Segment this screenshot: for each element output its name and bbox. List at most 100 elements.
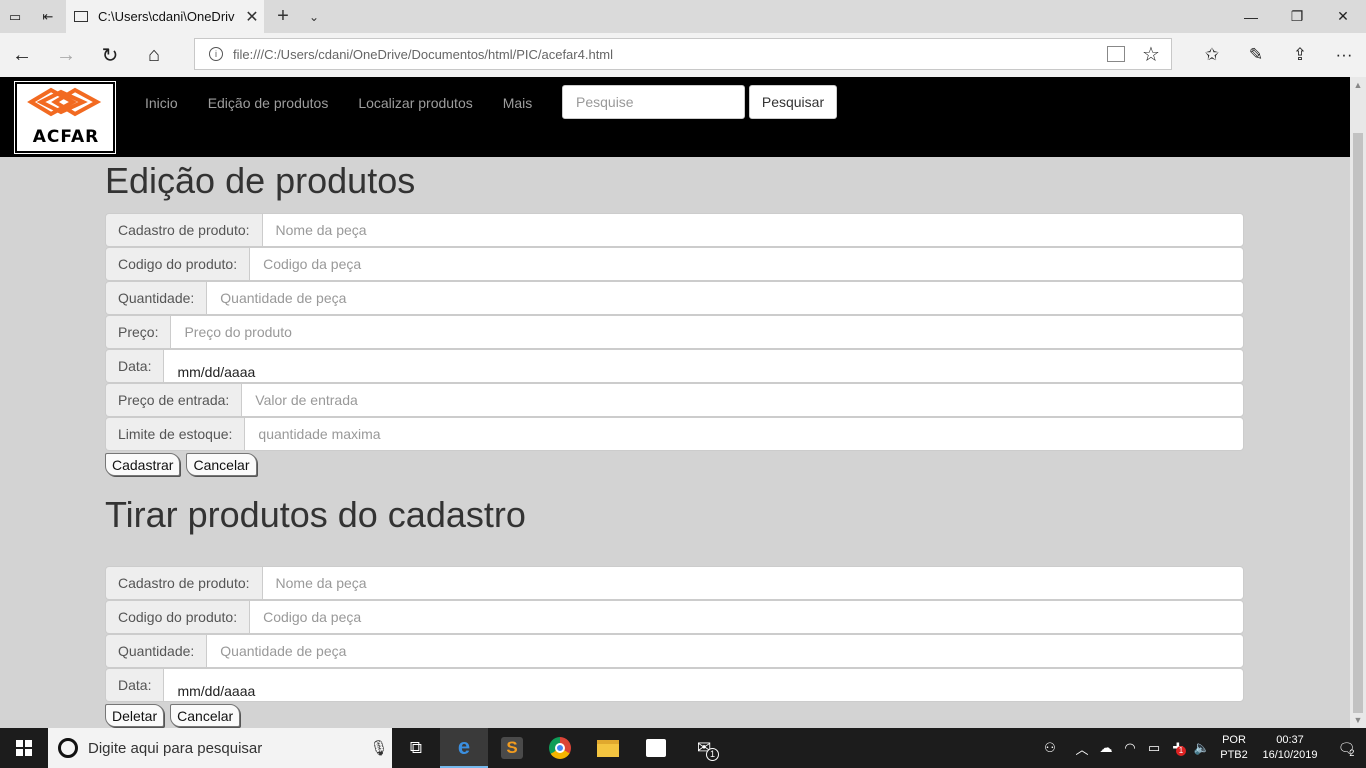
info-icon[interactable]: i: [209, 47, 223, 61]
notifications-icon[interactable]: 🗨 2: [1326, 728, 1366, 768]
defender-icon[interactable]: ✚1: [1166, 740, 1190, 756]
reading-view-icon[interactable]: [1107, 46, 1125, 62]
form-row: Quantidade:: [105, 281, 1244, 315]
delete-button[interactable]: Deletar: [105, 704, 165, 727]
favorite-star-icon[interactable]: ☆: [1139, 42, 1163, 67]
forward-icon[interactable]: →: [44, 33, 88, 77]
edit-form-buttons: Cadastrar Cancelar: [105, 453, 1244, 476]
page-scrollbar[interactable]: ▲ ▼: [1350, 77, 1366, 728]
nav-link-inicio[interactable]: Inicio: [145, 95, 178, 111]
scroll-up-icon[interactable]: ▲: [1350, 77, 1366, 93]
field-label: Quantidade:: [105, 634, 207, 668]
more-icon[interactable]: ···: [1322, 33, 1366, 77]
wifi-icon[interactable]: ◠: [1118, 740, 1142, 756]
tab-actions-icon[interactable]: ▭: [0, 0, 30, 33]
product-code-input[interactable]: [249, 600, 1244, 634]
stock-limit-input[interactable]: [244, 417, 1244, 451]
site-search-input[interactable]: [562, 85, 745, 119]
back-icon[interactable]: ←: [0, 33, 44, 77]
date-input[interactable]: mm/dd/aaaa: [163, 668, 1244, 702]
cancel-button[interactable]: Cancelar: [186, 453, 257, 476]
cortana-icon: [58, 738, 78, 758]
site-navbar: ACFAR Inicio Edição de produtos Localiza…: [0, 77, 1350, 157]
quantity-input[interactable]: [206, 281, 1244, 315]
field-label: Preço:: [105, 315, 171, 349]
refresh-icon[interactable]: ↻: [88, 33, 132, 77]
site-search-button[interactable]: Pesquisar: [749, 85, 837, 119]
quantity-input[interactable]: [206, 634, 1244, 668]
share-icon[interactable]: ⇪: [1278, 33, 1322, 77]
taskbar-search-text[interactable]: Digite aqui para pesquisar: [88, 740, 366, 757]
date-input[interactable]: mm/dd/aaaa: [163, 349, 1244, 383]
register-button[interactable]: Cadastrar: [105, 453, 181, 476]
scroll-down-icon[interactable]: ▼: [1350, 712, 1366, 728]
tray-badge: 1: [1176, 746, 1186, 756]
close-window-icon[interactable]: ✕: [1320, 0, 1366, 33]
chrome-icon[interactable]: [536, 728, 584, 768]
notification-count: 2: [1349, 748, 1355, 758]
product-name-input[interactable]: [261, 213, 1244, 247]
chevron-up-icon[interactable]: ︿: [1070, 739, 1094, 758]
product-code-input[interactable]: [249, 247, 1244, 281]
form-row: Cadastro de produto:: [105, 566, 1244, 600]
field-label: Codigo do produto:: [105, 247, 250, 281]
favorites-icon[interactable]: ✩: [1190, 33, 1234, 77]
taskbar-search[interactable]: Digite aqui para pesquisar 🎙: [48, 728, 392, 768]
remove-section-title: Tirar produtos do cadastro: [105, 494, 526, 535]
keyboard-layout: PTB2: [1220, 749, 1248, 761]
language-indicator[interactable]: POR PTB2: [1214, 733, 1254, 763]
nav-link-localizar[interactable]: Localizar produtos: [358, 95, 472, 111]
form-row: Codigo do produto:: [105, 247, 1244, 281]
chevron-down-icon[interactable]: ⌄: [304, 0, 324, 33]
field-label: Data:: [105, 668, 164, 702]
entry-price-input[interactable]: [241, 383, 1244, 417]
price-input[interactable]: [170, 315, 1244, 349]
clock[interactable]: 00:37 16/10/2019: [1254, 733, 1326, 763]
address-bar[interactable]: i file:///C:/Users/cdani/OneDrive/Docume…: [194, 38, 1172, 70]
form-row: Preço:: [105, 315, 1244, 349]
site-nav-links: Inicio Edição de produtos Localizar prod…: [145, 95, 562, 111]
store-icon[interactable]: [632, 728, 680, 768]
new-tab-icon[interactable]: +: [272, 0, 294, 33]
start-button[interactable]: [0, 728, 48, 768]
microphone-icon[interactable]: 🎙: [366, 739, 392, 757]
edge-icon[interactable]: e: [440, 728, 488, 768]
battery-icon[interactable]: ▭: [1142, 740, 1166, 756]
product-name-input[interactable]: [261, 566, 1244, 600]
taskbar-apps: ⧉ e S ✉ 1: [392, 728, 728, 768]
system-tray: ⚇ ︿ ☁ ◠ ▭ ✚1 🔈 POR PTB2 00:37 16/10/2019…: [1038, 728, 1366, 768]
field-label: Limite de estoque:: [105, 417, 245, 451]
field-label: Cadastro de produto:: [105, 213, 262, 247]
cancel-button[interactable]: Cancelar: [170, 704, 241, 727]
clock-time: 00:37: [1276, 734, 1304, 746]
onedrive-icon[interactable]: ☁: [1094, 740, 1118, 756]
task-view-icon[interactable]: ⧉: [392, 728, 440, 768]
restore-icon[interactable]: ❐: [1274, 0, 1320, 33]
form-row: Preço de entrada:: [105, 383, 1244, 417]
page-icon: [74, 11, 88, 22]
browser-tools: ✩ ✎ ⇪ ···: [1190, 33, 1366, 77]
form-row: Quantidade:: [105, 634, 1244, 668]
volume-icon[interactable]: 🔈: [1190, 740, 1214, 756]
tab-title: C:\Users\cdani\OneDriv: [98, 9, 235, 24]
file-explorer-icon[interactable]: [584, 728, 632, 768]
field-label: Quantidade:: [105, 281, 207, 315]
set-aside-tabs-icon[interactable]: ⇤: [33, 0, 63, 33]
address-url[interactable]: file:///C:/Users/cdani/OneDrive/Document…: [233, 47, 1107, 62]
nav-link-edicao[interactable]: Edição de produtos: [208, 95, 329, 111]
pen-icon[interactable]: ✎: [1234, 33, 1278, 77]
window-controls: — ❐ ✕: [1228, 0, 1366, 33]
browser-tab[interactable]: C:\Users\cdani\OneDriv ✕: [66, 0, 264, 33]
home-icon[interactable]: ⌂: [132, 33, 176, 77]
remove-product-form: Cadastro de produto: Codigo do produto: …: [105, 566, 1244, 727]
close-tab-icon[interactable]: ✕: [240, 7, 264, 27]
mail-icon[interactable]: ✉ 1: [680, 728, 728, 768]
acfar-logo[interactable]: ACFAR: [14, 81, 116, 154]
scroll-thumb[interactable]: [1353, 133, 1363, 713]
minimize-icon[interactable]: —: [1228, 0, 1274, 33]
form-row: Codigo do produto:: [105, 600, 1244, 634]
nav-link-mais[interactable]: Mais: [503, 95, 533, 111]
sublime-text-icon[interactable]: S: [488, 728, 536, 768]
people-icon[interactable]: ⚇: [1038, 740, 1062, 756]
windows-logo-icon: [16, 740, 32, 756]
